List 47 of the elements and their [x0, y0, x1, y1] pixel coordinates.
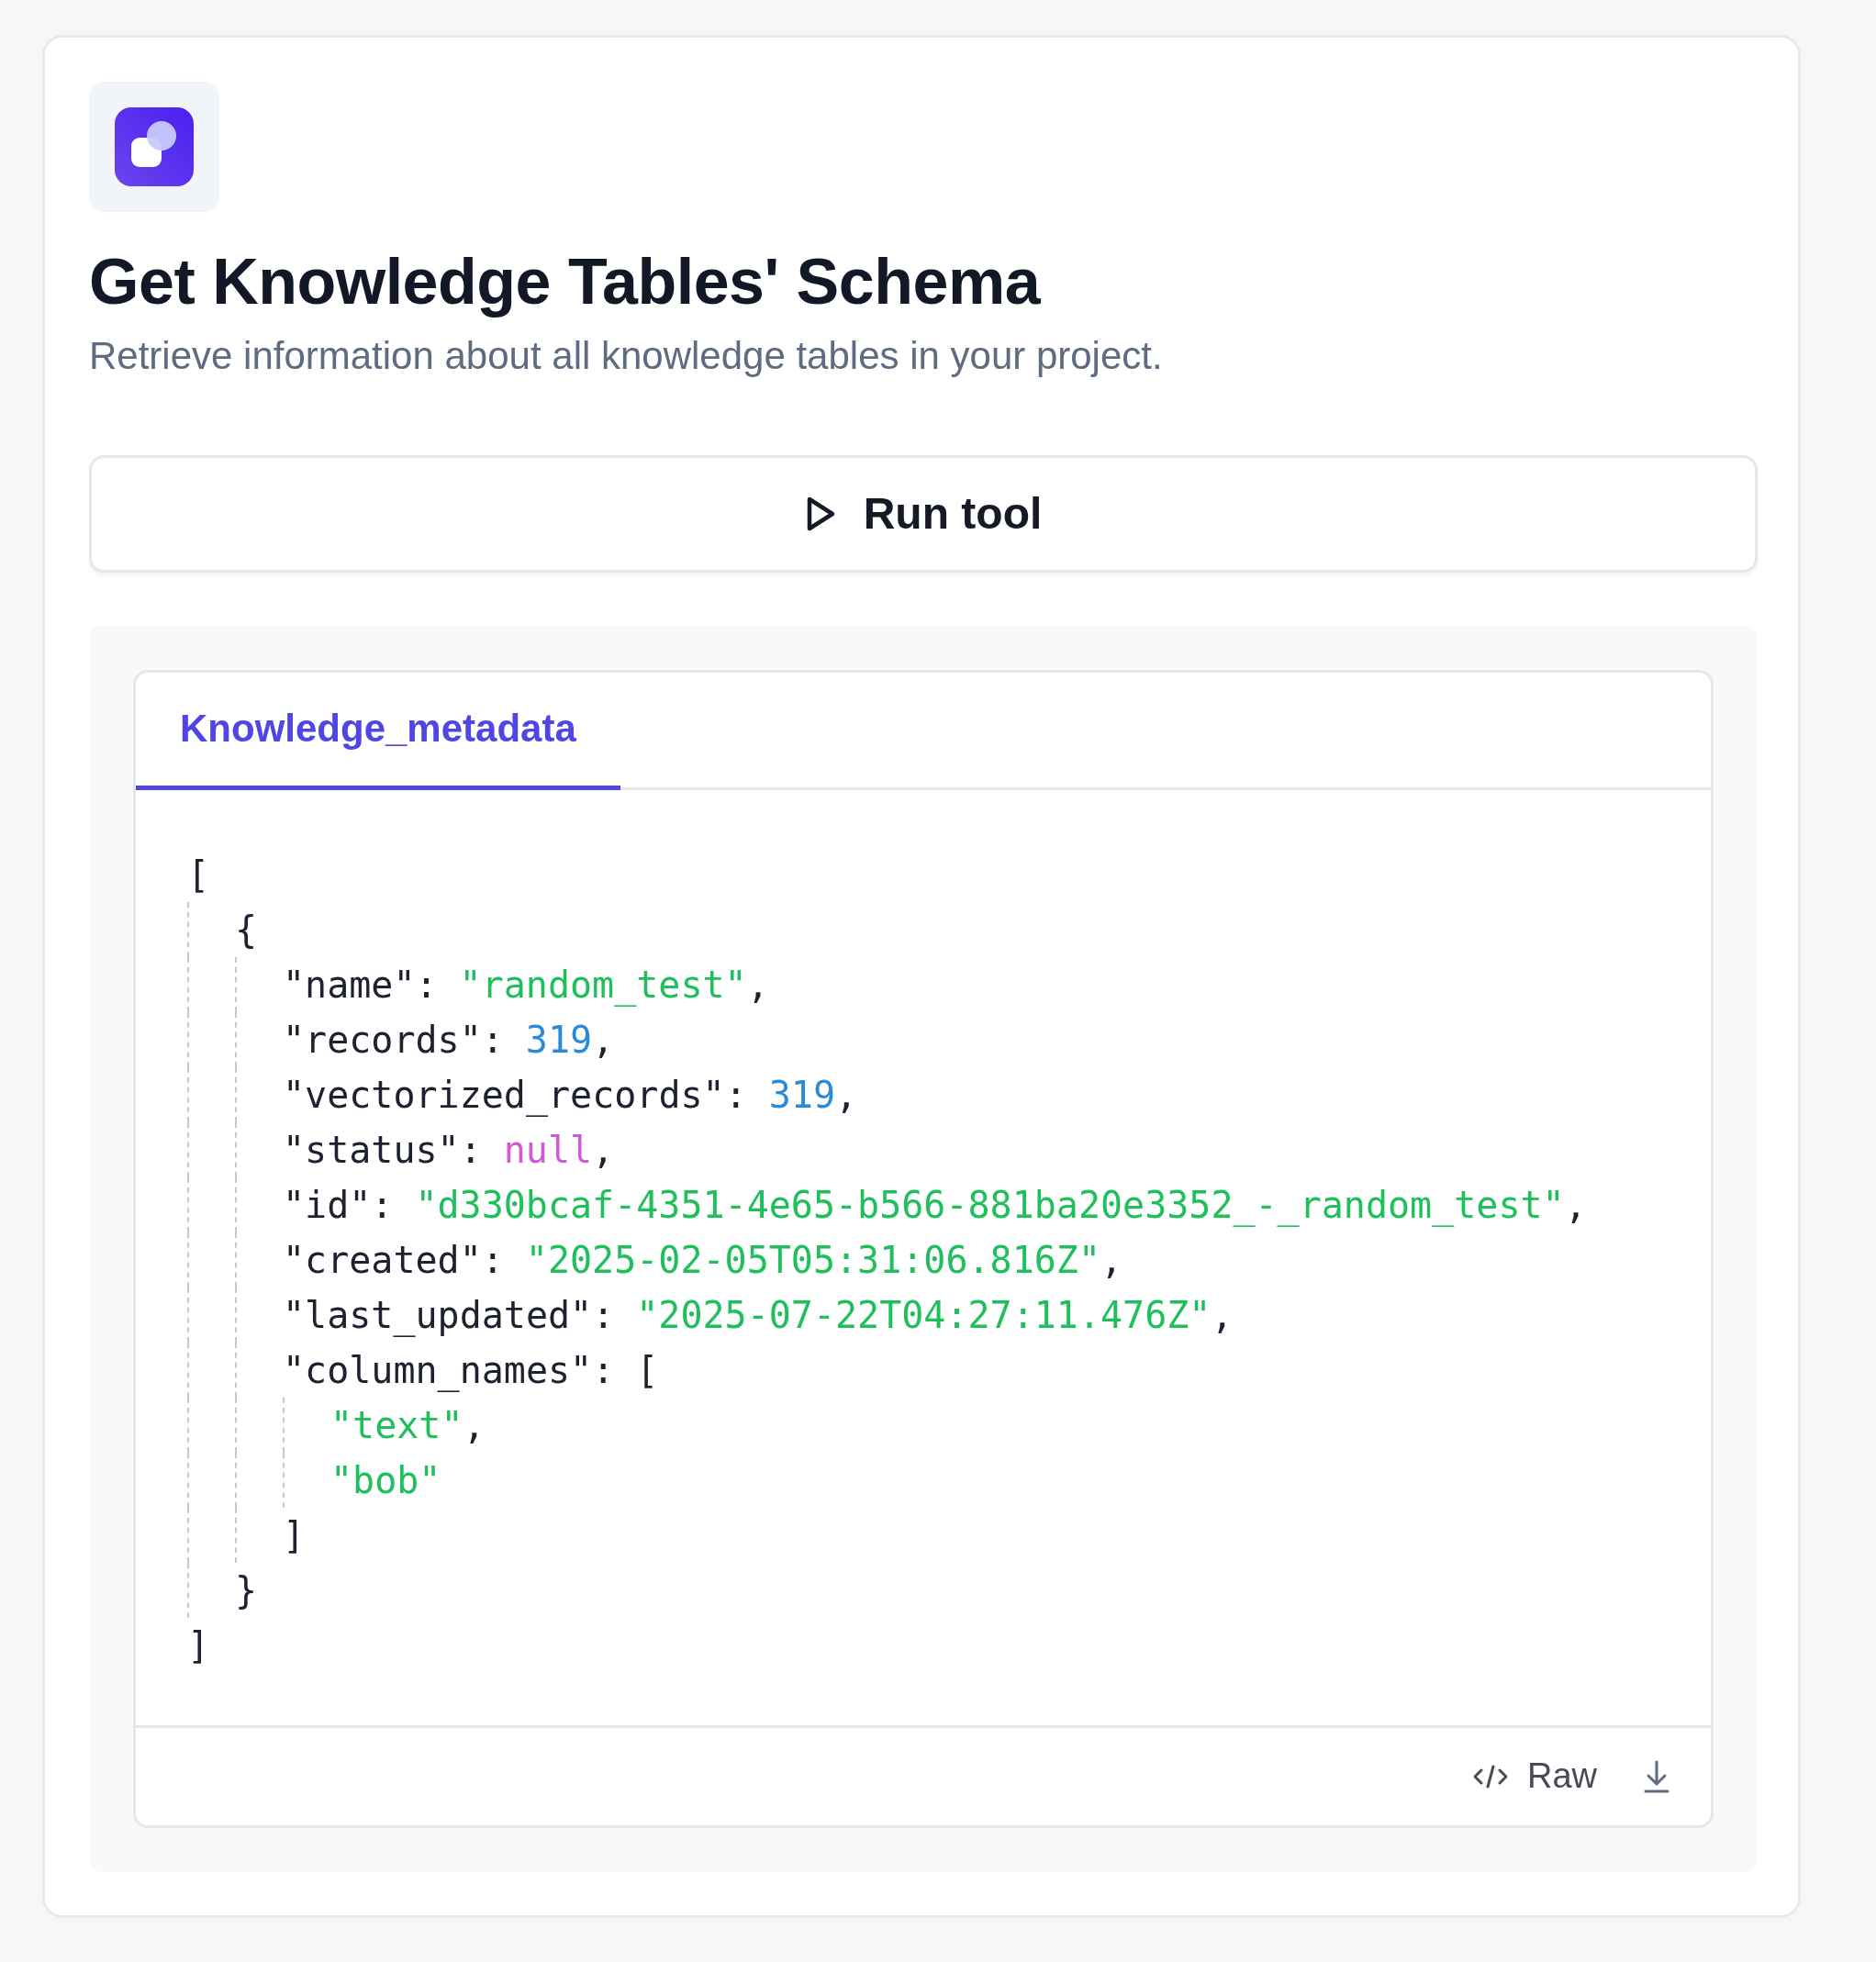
download-icon[interactable] [1643, 1758, 1670, 1794]
json-value: "2025-07-22T04:27:11.476Z" [636, 1292, 1212, 1338]
comma: , [835, 1072, 858, 1118]
colon: : [459, 1127, 482, 1173]
colon: : [415, 962, 438, 1008]
bracket: ] [187, 1622, 210, 1668]
colon: : [481, 1237, 504, 1283]
bracket: [ [636, 1347, 659, 1393]
json-key: "column_names" [283, 1342, 593, 1398]
run-tool-button[interactable]: Run tool [89, 454, 1758, 573]
result-tab[interactable]: Knowledge_metadata [136, 672, 620, 790]
app-logo-icon [89, 82, 219, 212]
colon: : [592, 1292, 615, 1338]
json-value: "random_test" [459, 962, 747, 1009]
comma: , [592, 1017, 615, 1063]
json-key: "id" [283, 1176, 372, 1232]
code-icon [1471, 1763, 1509, 1789]
json-key: "status" [283, 1121, 460, 1177]
json-key: "vectorized_records" [283, 1066, 725, 1122]
json-value: "d330bcaf-4351-4e65-b566-881ba20e3352_-_random_test" [415, 1182, 1565, 1229]
raw-button[interactable]: Raw [1471, 1756, 1597, 1797]
colon: : [724, 1072, 747, 1118]
comma: , [746, 962, 769, 1008]
comma: , [463, 1402, 486, 1448]
tool-description: Retrieve information about all knowledge tables in your project. [89, 333, 1164, 379]
comma: , [592, 1127, 615, 1173]
json-value: "text" [330, 1402, 463, 1448]
tool-title: Get Knowledge Tables' Schema [89, 245, 1042, 319]
json-key: "name" [283, 956, 416, 1012]
comma: , [1211, 1292, 1234, 1338]
bracket: } [235, 1567, 258, 1613]
json-key: "records" [283, 1011, 482, 1067]
comma: , [1100, 1237, 1123, 1283]
colon: : [371, 1182, 394, 1228]
colon: : [481, 1017, 504, 1063]
colon: : [592, 1347, 615, 1393]
json-key: "created" [283, 1232, 482, 1288]
json-value: 319 [525, 1017, 593, 1063]
json-key: "last_updated" [283, 1287, 593, 1343]
bracket: ] [283, 1512, 306, 1558]
bracket: [ [187, 852, 210, 897]
json-value: "bob" [330, 1457, 441, 1503]
bracket: { [235, 907, 258, 953]
json-value: 319 [768, 1072, 835, 1118]
json-value: null [503, 1127, 593, 1173]
comma: , [1564, 1182, 1587, 1228]
json-value: "2025-02-05T05:31:06.816Z" [525, 1237, 1100, 1283]
